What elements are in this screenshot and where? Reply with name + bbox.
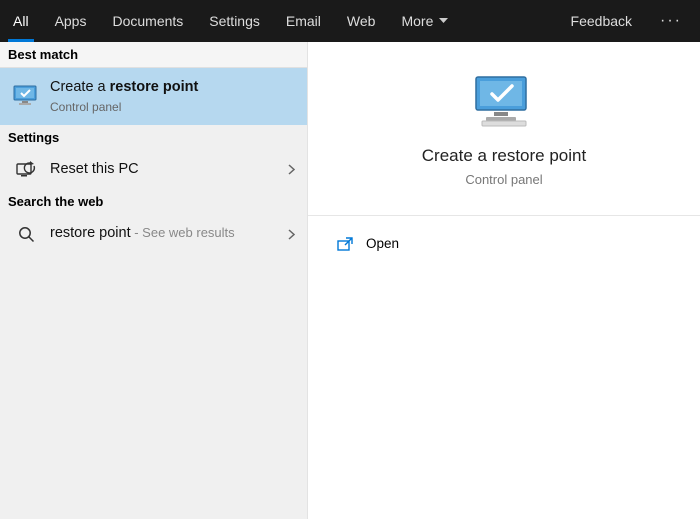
feedback-link[interactable]: Feedback: [565, 13, 638, 29]
preview-title: Create a restore point: [422, 146, 586, 166]
result-text: restore point - See web results: [50, 224, 282, 244]
result-title-prefix: Create a: [50, 79, 110, 95]
reset-pc-icon: [12, 161, 40, 179]
search-web-header: Search the web: [0, 189, 307, 214]
best-match-header: Best match: [0, 42, 307, 68]
chevron-right-icon: [282, 164, 295, 175]
preview-subtitle: Control panel: [465, 172, 542, 187]
monitor-check-large-icon: [472, 74, 536, 128]
result-title: restore point - See web results: [50, 224, 282, 244]
tab-email[interactable]: Email: [273, 0, 334, 42]
tab-label: Email: [286, 13, 321, 29]
result-create-restore-point[interactable]: Create a restore point Control panel: [0, 68, 307, 125]
tab-settings[interactable]: Settings: [196, 0, 273, 42]
more-options-button[interactable]: ···: [652, 12, 690, 30]
tab-label: Documents: [112, 13, 183, 29]
tab-label: Web: [347, 13, 376, 29]
tab-label: All: [13, 13, 29, 29]
result-title-bold: restore point: [110, 79, 199, 95]
result-title: Reset this PC: [50, 160, 282, 180]
tab-documents[interactable]: Documents: [99, 0, 196, 42]
preview-panel: Create a restore point Control panel Ope…: [308, 42, 700, 519]
tab-label: More: [401, 13, 433, 29]
web-suffix: - See web results: [131, 225, 235, 240]
result-title: Create a restore point: [50, 78, 295, 98]
tab-label: Apps: [55, 13, 87, 29]
filter-tabs: All Apps Documents Settings Email Web Mo…: [0, 0, 461, 42]
result-subtitle: Control panel: [50, 99, 295, 115]
tab-more[interactable]: More: [388, 0, 461, 42]
open-label: Open: [366, 236, 399, 251]
result-web-restore-point[interactable]: restore point - See web results: [0, 214, 307, 254]
top-bar: All Apps Documents Settings Email Web Mo…: [0, 0, 700, 42]
results-panel: Best match Create a restore point Contro…: [0, 42, 308, 519]
result-reset-this-pc[interactable]: Reset this PC: [0, 150, 307, 190]
tab-all[interactable]: All: [0, 0, 42, 42]
monitor-check-icon: [12, 85, 40, 107]
chevron-down-icon: [439, 18, 448, 24]
preview-actions: Open: [308, 216, 700, 271]
tab-web[interactable]: Web: [334, 0, 389, 42]
open-action[interactable]: Open: [308, 226, 700, 261]
search-body: Best match Create a restore point Contro…: [0, 42, 700, 519]
open-icon: [336, 237, 354, 251]
preview-header: Create a restore point Control panel: [308, 42, 700, 216]
tab-apps[interactable]: Apps: [42, 0, 100, 42]
top-right: Feedback ···: [565, 0, 694, 42]
chevron-right-icon: [282, 229, 295, 240]
search-icon: [12, 226, 40, 243]
result-text: Create a restore point Control panel: [50, 78, 295, 115]
tab-label: Settings: [209, 13, 260, 29]
web-query: restore point: [50, 225, 131, 241]
result-text: Reset this PC: [50, 160, 282, 180]
settings-header: Settings: [0, 125, 307, 150]
